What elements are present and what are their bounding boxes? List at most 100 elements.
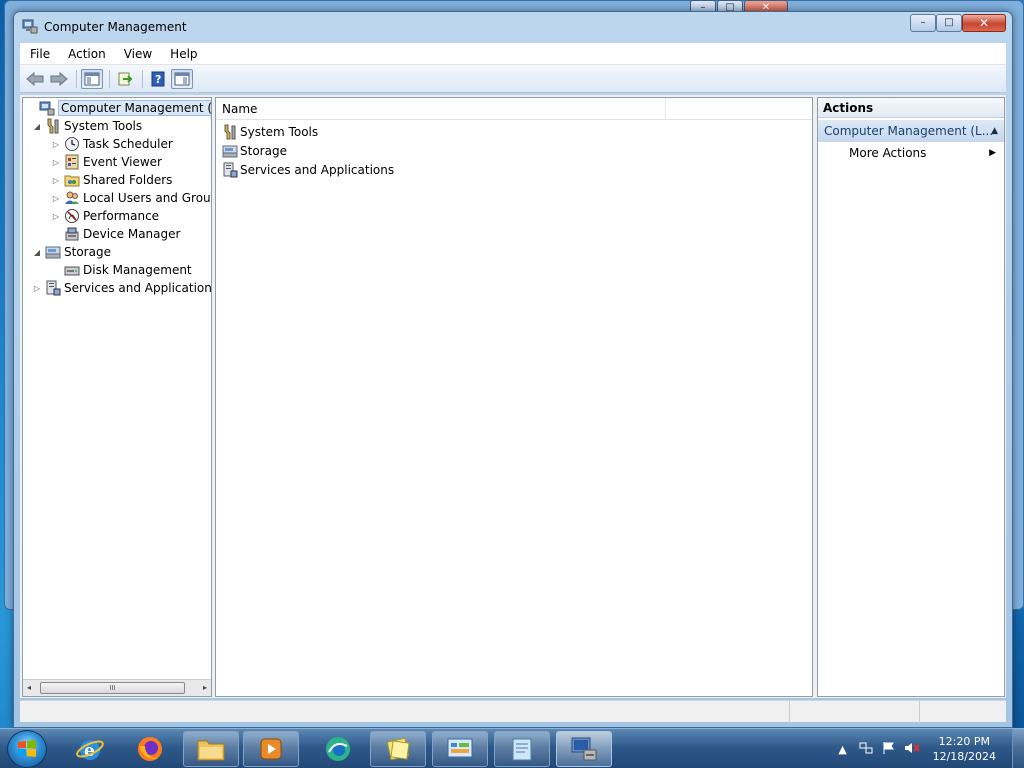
show-hidden-icons-arrow[interactable]: ▲ <box>833 743 853 756</box>
taskbar-sticky-notes[interactable] <box>370 731 426 767</box>
expand-arrow-icon[interactable]: ▷ <box>50 212 62 221</box>
back-arrow-icon <box>26 71 44 86</box>
show-desktop-button[interactable] <box>1012 729 1024 768</box>
taskbar-control-panel[interactable] <box>432 731 488 767</box>
taskbar-internet-explorer[interactable]: e <box>62 731 118 767</box>
menu-bar: File Action View Help <box>20 43 1006 65</box>
tools-icon <box>224 124 236 140</box>
help-icon: ? <box>151 71 165 86</box>
expand-arrow-icon[interactable]: ▷ <box>31 284 43 293</box>
more-actions-label: More Actions <box>849 146 927 160</box>
expand-arrow-icon[interactable]: ▷ <box>50 194 62 203</box>
list-item-services-and-applications[interactable]: Services and Applications <box>222 161 394 179</box>
toolbar-separator <box>76 69 77 88</box>
notepad-icon <box>512 738 532 761</box>
services-icon <box>46 280 61 296</box>
collapse-arrow-icon[interactable]: ◢ <box>31 248 43 257</box>
more-actions-item[interactable]: More Actions ▶ <box>818 142 1004 164</box>
menu-help[interactable]: Help <box>160 47 205 61</box>
taskbar-media-player[interactable] <box>243 731 299 767</box>
toolbar-separator <box>142 69 143 88</box>
start-button[interactable] <box>7 730 47 768</box>
maximize-button[interactable]: □ <box>936 14 962 32</box>
main-content: Computer Management (Local ◢ System Tool… <box>20 95 1006 698</box>
performance-icon <box>65 209 79 223</box>
tree-item-system-tools[interactable]: ◢ System Tools <box>31 117 142 135</box>
shared-folder-icon <box>64 175 80 187</box>
column-header-empty[interactable] <box>666 98 812 120</box>
collapse-up-icon[interactable]: ▲ <box>991 120 998 142</box>
export-list-button[interactable] <box>114 69 136 89</box>
tree-horizontal-scrollbar[interactable]: ◂ III ▸ <box>23 679 211 696</box>
tools-icon <box>47 118 59 134</box>
tree-item-label: Device Manager <box>83 227 181 241</box>
action-center-flag-icon[interactable] <box>879 741 899 758</box>
help-button[interactable]: ? <box>147 69 169 89</box>
console-tree: Computer Management (Local ◢ System Tool… <box>22 97 212 697</box>
taskbar-computer-management[interactable] <box>556 731 612 767</box>
taskbar-firefox[interactable] <box>122 731 178 767</box>
svg-text:?: ? <box>155 73 161 86</box>
close-button[interactable]: ✕ <box>962 14 1006 32</box>
back-button[interactable] <box>24 69 46 89</box>
volume-muted-icon[interactable] <box>902 741 922 758</box>
tree-item-performance[interactable]: ▷ Performance <box>50 207 159 225</box>
tree-item-local-users-and-groups[interactable]: ▷ Local Users and Groups <box>50 189 212 207</box>
taskbar-notepad[interactable] <box>494 731 550 767</box>
taskbar-edge[interactable] <box>310 731 366 767</box>
windows-logo-icon <box>18 740 36 757</box>
actions-title: Actions <box>818 98 1004 118</box>
tree-item-storage[interactable]: ◢ Storage <box>31 243 111 261</box>
expand-arrow-icon[interactable]: ▷ <box>50 140 62 149</box>
forward-button[interactable] <box>48 69 70 89</box>
submenu-arrow-icon: ▶ <box>989 148 996 158</box>
users-icon <box>65 191 79 204</box>
clock-date: 12/18/2024 <box>932 750 996 763</box>
tree-item-label: Services and Applications <box>64 281 212 295</box>
tree-item-computer-management[interactable]: Computer Management (Local <box>25 99 211 117</box>
show-hide-action-pane-icon <box>174 72 190 85</box>
show-hide-console-tree-button[interactable] <box>81 68 103 89</box>
sticky-notes-icon <box>386 737 410 761</box>
window-controls: – □ ✕ <box>910 14 1006 32</box>
show-hide-console-tree-icon <box>84 72 100 85</box>
actions-section-label: Computer Management (L... <box>824 124 994 138</box>
list-item-label: Services and Applications <box>240 163 395 177</box>
expand-arrow-icon[interactable]: ▷ <box>50 158 62 167</box>
actions-section-computer-management[interactable]: Computer Management (L... ▲ <box>818 120 1004 142</box>
clock[interactable]: 12:20 PM 12/18/2024 <box>933 734 996 764</box>
storage-icon <box>45 246 61 259</box>
scroll-right-icon[interactable]: ▸ <box>203 683 207 692</box>
media-player-icon <box>260 738 282 760</box>
tree-item-event-viewer[interactable]: ▷ Event Viewer <box>50 153 162 171</box>
tree-item-label: Local Users and Groups <box>83 191 212 205</box>
expand-arrow-icon[interactable]: ▷ <box>50 176 62 185</box>
tree-item-device-manager[interactable]: Device Manager <box>50 225 180 243</box>
scrollbar-thumb[interactable]: III <box>40 682 185 694</box>
tree-item-disk-management[interactable]: Disk Management <box>50 261 192 279</box>
computer-management-icon <box>571 737 597 761</box>
clock-time: 12:20 PM <box>938 735 990 748</box>
result-list: Name System Tools Storage Services and A… <box>215 97 813 697</box>
control-panel-icon <box>447 738 473 758</box>
file-explorer-icon <box>197 740 225 761</box>
menu-action[interactable]: Action <box>58 47 114 61</box>
list-item-label: Storage <box>240 144 287 158</box>
actions-pane: Actions Computer Management (L... ▲ More… <box>817 97 1005 697</box>
tree-item-services-and-applications[interactable]: ▷ Services and Applications <box>31 279 212 297</box>
column-header-name[interactable]: Name <box>216 98 667 120</box>
tree-item-task-scheduler[interactable]: ▷ Task Scheduler <box>50 135 173 153</box>
taskbar-file-explorer[interactable] <box>183 731 239 767</box>
tree-item-shared-folders[interactable]: ▷ Shared Folders <box>50 171 172 189</box>
show-hide-action-pane-button[interactable] <box>171 68 193 89</box>
network-icon[interactable] <box>856 741 876 758</box>
scroll-left-icon[interactable]: ◂ <box>27 683 31 692</box>
list-item-storage[interactable]: Storage <box>222 142 287 160</box>
list-item-system-tools[interactable]: System Tools <box>222 123 318 141</box>
minimize-button[interactable]: – <box>910 14 936 32</box>
menu-file[interactable]: File <box>20 47 58 61</box>
collapse-arrow-icon[interactable]: ◢ <box>31 122 43 131</box>
menu-view[interactable]: View <box>114 47 160 61</box>
title-bar[interactable]: Computer Management – □ ✕ <box>14 12 1012 42</box>
toolbar: ? <box>20 65 1006 93</box>
